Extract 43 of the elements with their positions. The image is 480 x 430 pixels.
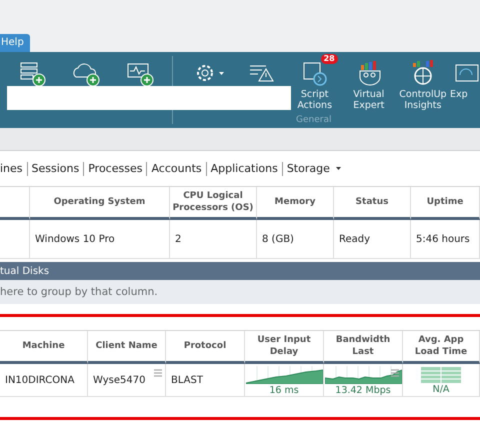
section-title: tual Disks [0,262,480,280]
count-badge: 28 [320,54,338,64]
ribbon-button[interactable]: ControlUp Insights [396,52,450,111]
button-label: Exp [450,89,468,100]
button-label: Script Actions [296,89,334,111]
table-cell: Wyse5470 [93,374,146,386]
table-cell: BLAST [171,374,203,386]
column-header[interactable]: Status [334,187,411,220]
menu-icon[interactable] [391,369,399,377]
column-header[interactable]: Protocol [166,331,245,364]
group-label: General [296,115,332,125]
view-tab[interactable]: Accounts [147,162,206,175]
view-tab[interactable]: ines [0,162,27,175]
column-header[interactable]: CPU Logical Processors (OS) [170,187,257,220]
column-header[interactable]: Operating System [30,187,170,220]
table-cell: 2 [175,234,182,244]
column-header[interactable]: Bandwidth Last [324,331,403,364]
column-header[interactable]: Avg. App Load Time [403,331,480,364]
table-cell: Windows 10 Pro [35,234,115,244]
metric-reading: 16 ms [269,385,299,396]
view-tab[interactable]: Storage [282,162,334,175]
ribbon-button[interactable]: Virtual Expert [342,52,396,111]
column-header[interactable]: Uptime [411,187,480,220]
table-cell: IN10DIRCONA [5,374,74,386]
ribbon-button[interactable]: 28 Script Actions [288,52,342,111]
button-label: Virtual Expert [352,89,386,111]
metric-reading: 13.42 Mbps [335,385,391,396]
group-by-hint: here to group by that column. [0,280,480,304]
view-tab[interactable]: Processes [84,162,146,175]
menu-tab[interactable]: Help [0,34,30,52]
column-header[interactable]: Memory [257,187,334,220]
view-tab[interactable]: Sessions [28,162,84,175]
empty-chart-icon [421,367,461,383]
view-tab[interactable]: Applications [206,162,282,175]
button-label: ControlUp Insights [398,89,448,111]
column-header[interactable]: Client Name [88,331,166,364]
column-header[interactable]: Machine [0,331,88,364]
ribbon-button[interactable]: Exp [450,52,480,100]
metric-reading: N/A [432,384,450,395]
table-cell: 5:46 hours [416,234,470,244]
column-header[interactable]: User Input Delay [245,331,324,364]
table-cell: 8 (GB) [262,234,294,244]
table-cell: Ready [339,234,370,244]
